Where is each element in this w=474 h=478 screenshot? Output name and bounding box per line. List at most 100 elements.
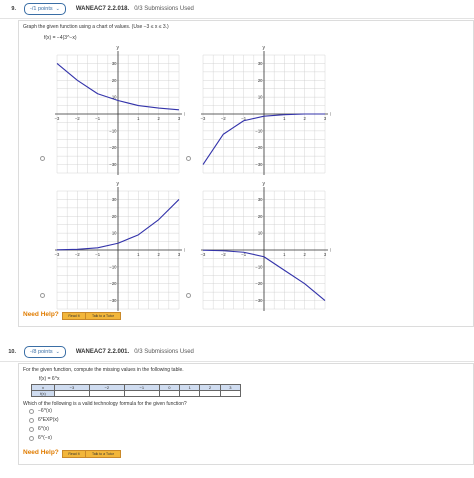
y-tick-label: 10 (112, 231, 117, 236)
answer-input[interactable] (179, 390, 201, 397)
y-tick-label: −30 (109, 298, 117, 303)
values-table: x −3 −2 −1 0 1 2 3 f(x) (31, 384, 242, 397)
x-tick-label: 2 (303, 116, 306, 121)
read-it-button[interactable]: Read It (62, 450, 86, 458)
y-tick-label: −20 (255, 281, 263, 286)
y-tick-label: 10 (258, 231, 263, 236)
x-axis-label: x (330, 112, 331, 118)
x-tick-label: −2 (221, 252, 226, 257)
x-tick-label: 2 (303, 252, 306, 257)
y-tick-label: 20 (258, 214, 263, 219)
formula-option-radio-1[interactable] (29, 409, 34, 414)
need-help-label: Need Help? (23, 311, 59, 318)
x-tick-label: −2 (75, 252, 80, 257)
y-tick-label: 30 (258, 197, 263, 202)
table-row: f(x) (31, 390, 242, 397)
points-dropdown[interactable]: -/1 points ⌄ (24, 3, 66, 15)
answer-input[interactable] (158, 390, 181, 397)
y-tick-label: −30 (109, 162, 117, 167)
chevron-down-icon: ⌄ (55, 349, 60, 355)
question-number: 9. (11, 6, 16, 12)
x-axis-label: x (184, 112, 185, 118)
answer-input[interactable] (54, 390, 90, 397)
instruction: For the given function, compute the miss… (23, 367, 184, 373)
formula-option-1: −6^(x) (38, 408, 52, 414)
x-tick-label: −3 (55, 252, 60, 257)
formula-option-radio-2[interactable] (29, 418, 34, 423)
x-axis-label: x (330, 248, 331, 254)
need-help-label: Need Help? (23, 449, 59, 456)
answer-input[interactable] (123, 390, 160, 397)
y-tick-label: −20 (109, 281, 117, 286)
question-header: 9. -/1 points ⌄ WANEAC7 2.2.018. 0/3 Sub… (0, 0, 474, 19)
formula-option-3: 6^(x) (38, 426, 49, 432)
formula-option-radio-3[interactable] (29, 427, 34, 432)
y-axis-label: y (117, 45, 120, 51)
y-tick-label: 20 (112, 78, 117, 83)
y-tick-label: −20 (255, 145, 263, 150)
y-tick-label: −10 (255, 128, 263, 133)
instruction: Graph the given function using a chart o… (23, 24, 169, 30)
formula-option-4: 6^(−x) (38, 435, 52, 441)
talk-to-tutor-button[interactable]: Talk to a Tutor (85, 312, 121, 320)
y-tick-label: 20 (112, 214, 117, 219)
x-tick-label: −1 (95, 252, 100, 257)
points-label: -/8 points (30, 349, 53, 355)
x-tick-label: 3 (324, 252, 327, 257)
x-tick-label: 1 (283, 116, 286, 121)
y-axis-label: y (263, 45, 266, 51)
function-formula: f(x) = 6^x (39, 376, 60, 382)
x-tick-label: −3 (201, 116, 206, 121)
y-tick-label: 20 (258, 78, 263, 83)
graph-option-3: x y −3 −2 −1 1 2 3 30 20 10 −10 −20 −30 (55, 181, 185, 311)
x-tick-label: 3 (178, 252, 181, 257)
chevron-down-icon: ⌄ (55, 6, 60, 12)
x-tick-label: −2 (221, 116, 226, 121)
question-id: WANEAC7 2.2.001. (75, 349, 130, 355)
x-tick-label: −1 (95, 116, 100, 121)
graph-option-radio-2[interactable] (186, 156, 191, 161)
points-dropdown[interactable]: -/8 points ⌄ (24, 346, 66, 358)
y-tick-label: 30 (112, 197, 117, 202)
submissions-used: 0/3 Submissions Used (134, 349, 194, 355)
graph-option-4: xy−3−2−1123302010−10−20−30 (201, 181, 331, 311)
formula-option-2: 6*EXP(x) (38, 417, 59, 423)
y-tick-label: 30 (112, 61, 117, 66)
y-axis-label: y (117, 181, 120, 187)
graph-option-radio-1[interactable] (40, 156, 45, 161)
y-tick-label: 10 (258, 95, 263, 100)
x-tick-label: −3 (55, 116, 60, 121)
question-number: 10. (8, 349, 16, 355)
formula-option-radio-4[interactable] (29, 436, 34, 441)
graph-option-radio-3[interactable] (40, 293, 45, 298)
x-tick-label: 3 (178, 116, 181, 121)
x-tick-label: 3 (324, 116, 327, 121)
formula-question: Which of the following is a valid techno… (23, 401, 187, 407)
graph-option-2: xy−3−2−1123302010−10−20−30 (201, 45, 331, 175)
talk-to-tutor-button[interactable]: Talk to a Tutor (85, 450, 121, 458)
graph-option-radio-4[interactable] (186, 293, 191, 298)
y-tick-label: −30 (255, 298, 263, 303)
answer-input[interactable] (219, 390, 242, 397)
x-axis-label: x (184, 248, 185, 254)
x-tick-label: 1 (137, 116, 140, 121)
x-tick-label: −2 (75, 116, 80, 121)
x-tick-label: −3 (201, 252, 206, 257)
question-10-body: For the given function, compute the miss… (18, 363, 474, 465)
y-tick-label: −20 (109, 145, 117, 150)
y-axis-label: y (263, 181, 266, 187)
question-id: WANEAC7 2.2.018. (75, 6, 130, 12)
x-tick-label: 1 (137, 252, 140, 257)
question-header: 10. -/8 points ⌄ WANEAC7 2.2.001. 0/3 Su… (0, 343, 474, 362)
table-f-label: f(x) (31, 390, 55, 397)
points-label: -/1 points (30, 6, 53, 12)
read-it-button[interactable]: Read It (62, 312, 86, 320)
x-tick-label: 2 (157, 116, 160, 121)
answer-input[interactable] (199, 390, 221, 397)
x-tick-label: 1 (283, 252, 286, 257)
question-9-body: Graph the given function using a chart o… (18, 20, 474, 327)
x-tick-label: 2 (157, 252, 160, 257)
y-tick-label: −10 (109, 128, 117, 133)
answer-input[interactable] (88, 390, 125, 397)
y-tick-label: −10 (109, 264, 117, 269)
